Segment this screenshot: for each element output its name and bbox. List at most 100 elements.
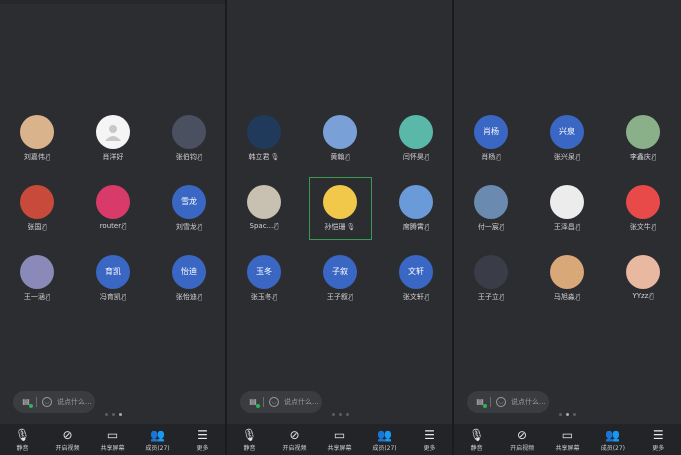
more-button[interactable]: ☰ 更多 (636, 424, 680, 452)
participant-tile-speaking[interactable]: 孙恺珊🎙 (300, 185, 380, 245)
mic-muted-icon: 🎙̸ (651, 153, 657, 161)
members-icon: 👥 (377, 428, 392, 442)
chat-icon[interactable]: ▤ (475, 397, 487, 408)
video-button[interactable]: ⊘ 开启视频 (46, 424, 90, 452)
members-button[interactable]: 👥 成员(27) (591, 424, 635, 452)
participant-name: 闫怀昊🎙̸ (402, 153, 430, 161)
mic-muted-icon: 🎙̸ (575, 223, 581, 231)
participant-tile[interactable]: 育凯 冯育凯🎙̸ (73, 255, 153, 315)
page-dot[interactable] (105, 413, 108, 416)
share-screen-button[interactable]: ▭ 共享屏幕 (318, 424, 362, 452)
mic-muted-icon: 🎙̸ (649, 292, 654, 300)
participant-tile[interactable]: 席腾霄🎙̸ (376, 185, 452, 245)
participant-tile[interactable]: 韩立君🎙 (227, 115, 304, 175)
participant-tile[interactable]: 张文牛🎙̸ (603, 185, 681, 245)
video-button[interactable]: ⊘ 开启视频 (500, 424, 544, 452)
participant-tile[interactable]: 肖洋好 (73, 115, 153, 175)
participant-tile[interactable]: 文轩 张文轩🎙̸ (376, 255, 452, 315)
mute-button[interactable]: 🎙 静音 (455, 424, 499, 452)
emoji-icon[interactable]: ◡ (42, 397, 52, 407)
page-dot[interactable] (112, 413, 115, 416)
participant-name: 肖洋好 (102, 153, 124, 161)
participant-tile[interactable]: 子叙 王子叙🎙̸ (300, 255, 380, 315)
mic-muted-icon: 🎙̸ (424, 153, 430, 161)
participant-tile[interactable]: 张国🎙̸ (0, 185, 77, 245)
members-icon: 👥 (150, 428, 165, 442)
participant-tile[interactable]: 王子立🎙̸ (454, 255, 531, 315)
more-button[interactable]: ☰ 更多 (408, 424, 452, 452)
avatar-initials: 怡迪 (172, 255, 206, 289)
chat-icon[interactable]: ▤ (21, 397, 33, 408)
mute-button[interactable]: 🎙 静音 (1, 424, 45, 452)
participant-name: 张国🎙̸ (27, 223, 47, 231)
participant-tile[interactable]: 肖杨 肖杨🎙̸ (454, 115, 531, 175)
bottom-toolbar: 🎙 静音 ⊘ 开启视频 ▭ 共享屏幕 👥 成员(27) ☰ 更多 (227, 424, 452, 455)
members-icon: 👥 (605, 428, 621, 442)
participant-name: YYzz🎙̸ (632, 292, 654, 300)
chat-input[interactable]: ▤ ◡ 说点什么... (240, 391, 322, 413)
mic-muted-icon: 🎙̸ (499, 223, 505, 231)
more-button[interactable]: ☰ 更多 (181, 424, 225, 452)
participant-name: 张文轩🎙̸ (402, 293, 430, 301)
page-dot[interactable] (559, 413, 562, 416)
meeting-panel-1: 刘嘉伟🎙̸ 肖洋好 张伯钧🎙̸ 张国🎙̸ router🎙̸ 雪龙 刘雪龙🎙̸ 王… (0, 0, 225, 455)
avatar (474, 255, 508, 289)
emoji-icon[interactable]: ◡ (496, 397, 506, 407)
mic-muted-icon: 🎙̸ (651, 223, 657, 231)
chat-input[interactable]: ▤ ◡ 说点什么... (13, 391, 95, 413)
meeting-panel-2: 韩立君🎙 黄翰🎙̸ 闫怀昊🎙̸ Spac...🎙̸ 孙恺珊🎙 席腾霄🎙̸ 玉冬 … (227, 0, 452, 455)
page-dot[interactable] (573, 413, 576, 416)
page-dot[interactable] (332, 413, 335, 416)
participant-tile[interactable]: 黄翰🎙̸ (300, 115, 380, 175)
avatar (96, 185, 130, 219)
participant-tile[interactable]: 闫怀昊🎙̸ (376, 115, 452, 175)
members-button[interactable]: 👥 成员(27) (363, 424, 407, 452)
members-button[interactable]: 👥 成员(27) (136, 424, 180, 452)
participant-tile[interactable]: YYzz🎙̸ (603, 255, 681, 315)
mic-muted-icon: 🎙̸ (121, 293, 127, 301)
chat-placeholder: 说点什么... (511, 398, 546, 406)
mic-muted-icon: 🎙̸ (499, 293, 505, 301)
participant-name: 席腾霄🎙̸ (402, 223, 430, 231)
participant-tile[interactable]: router🎙̸ (73, 185, 153, 245)
page-dot-active[interactable] (566, 413, 569, 416)
participant-tile[interactable]: Spac...🎙̸ (227, 185, 304, 245)
chat-icon[interactable]: ▤ (248, 397, 260, 408)
emoji-icon[interactable]: ◡ (269, 397, 279, 407)
avatar-initials: 雪龙 (172, 185, 206, 219)
participant-tile[interactable]: 张伯钧🎙̸ (149, 115, 225, 175)
mic-muted-icon: 🎙̸ (575, 153, 581, 161)
avatar (626, 185, 660, 219)
participant-tile[interactable]: 雪龙 刘雪龙🎙̸ (149, 185, 225, 245)
participant-tile[interactable]: 玉冬 张玉冬🎙̸ (227, 255, 304, 315)
mic-muted-icon: 🎙̸ (496, 153, 501, 161)
participant-tile[interactable]: 兴泉 张兴泉🎙̸ (527, 115, 607, 175)
share-screen-button[interactable]: ▭ 共享屏幕 (91, 424, 135, 452)
participant-tile[interactable]: 李鑫庆🎙̸ (603, 115, 681, 175)
page-dot[interactable] (339, 413, 342, 416)
chat-placeholder: 说点什么... (284, 398, 319, 406)
chat-input[interactable]: ▤ ◡ 说点什么... (467, 391, 549, 413)
participant-tile[interactable]: 马旭淼🎙̸ (527, 255, 607, 315)
more-icon: ☰ (424, 428, 435, 442)
participant-name: 王一涵🎙̸ (23, 293, 51, 301)
avatar-initials: 玉冬 (247, 255, 281, 289)
avatar-default (96, 115, 130, 149)
participant-tile[interactable]: 王泽昌🎙̸ (527, 185, 607, 245)
page-dot-active[interactable] (119, 413, 122, 416)
mic-muted-icon: 🎙̸ (45, 293, 51, 301)
mic-muted-icon: 🎙̸ (424, 223, 430, 231)
mute-button[interactable]: 🎙 静音 (228, 424, 272, 452)
mic-muted-icon: 🎙̸ (575, 293, 581, 301)
participant-name: 韩立君🎙 (248, 153, 280, 161)
avatar (474, 185, 508, 219)
participant-tile[interactable]: 付一宸🎙̸ (454, 185, 531, 245)
participant-tile[interactable]: 怡迪 张怡迪🎙̸ (149, 255, 225, 315)
video-button[interactable]: ⊘ 开启视频 (273, 424, 317, 452)
participant-tile[interactable]: 王一涵🎙̸ (0, 255, 77, 315)
participant-tile[interactable]: 刘嘉伟🎙̸ (0, 115, 77, 175)
avatar (323, 115, 357, 149)
share-screen-button[interactable]: ▭ 共享屏幕 (545, 424, 589, 452)
page-dot[interactable] (346, 413, 349, 416)
participant-name: 孙恺珊🎙 (324, 223, 356, 231)
